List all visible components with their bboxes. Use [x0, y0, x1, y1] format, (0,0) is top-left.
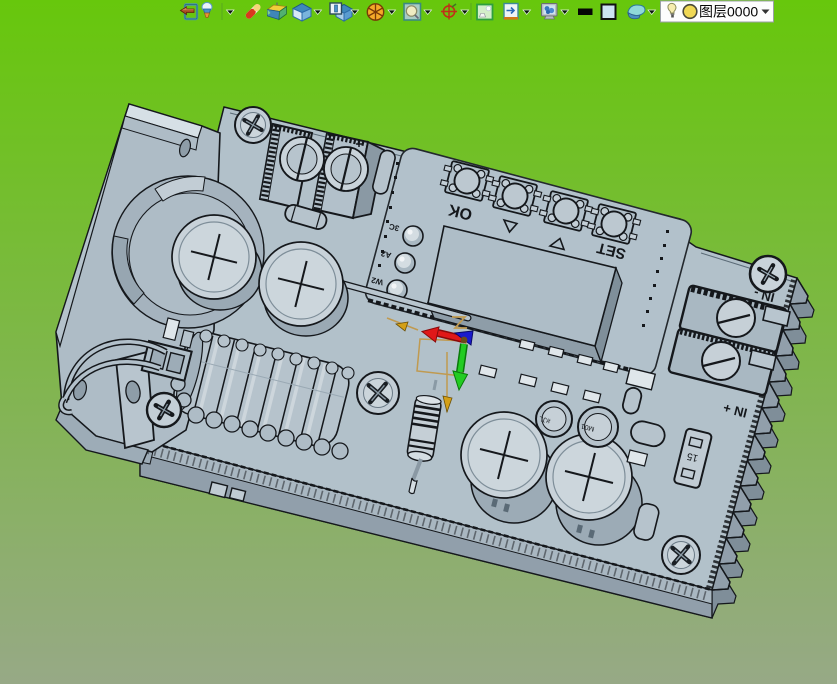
svg-text:图层0000: 图层0000 — [699, 4, 758, 20]
